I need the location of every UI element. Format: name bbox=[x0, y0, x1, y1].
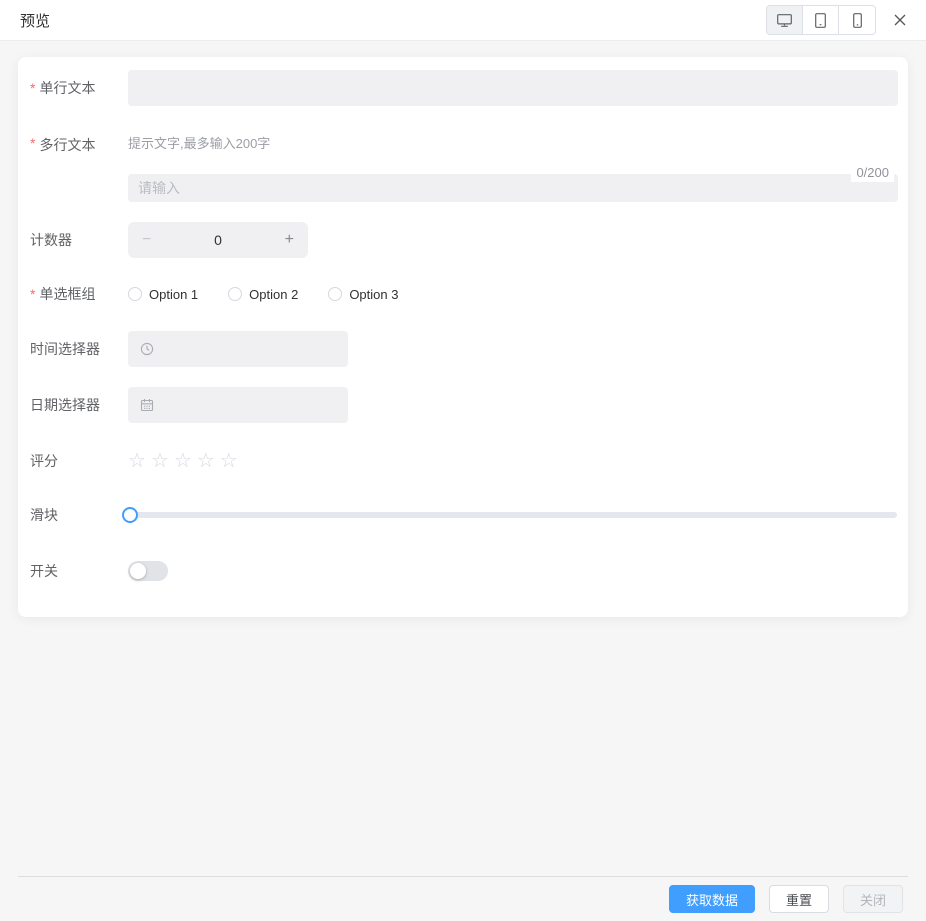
field-label: 评分 bbox=[30, 451, 128, 471]
rating-stars: ☆ ☆ ☆ ☆ ☆ bbox=[128, 451, 243, 471]
required-mark: * bbox=[30, 286, 35, 302]
close-icon bbox=[892, 12, 908, 28]
radio-option-2[interactable]: Option 2 bbox=[228, 287, 298, 302]
word-count-badge: 0/200 bbox=[851, 164, 894, 182]
star-icon[interactable]: ☆ bbox=[220, 451, 238, 471]
slider-control bbox=[124, 505, 897, 525]
phone-icon bbox=[849, 12, 866, 29]
radio-option-3[interactable]: Option 3 bbox=[328, 287, 398, 302]
date-picker-input[interactable] bbox=[128, 387, 348, 423]
radio-circle-icon bbox=[228, 287, 242, 301]
page-title: 预览 bbox=[20, 10, 50, 31]
required-mark: * bbox=[30, 80, 35, 96]
textarea-wrap: 请输入 0/200 bbox=[128, 174, 898, 202]
field-label: 日期选择器 bbox=[30, 387, 128, 423]
field-label: 开关 bbox=[30, 561, 128, 581]
multi-line-control: 提示文字,最多输入200字 请输入 0/200 bbox=[128, 134, 898, 202]
monitor-icon bbox=[776, 12, 793, 29]
counter-value[interactable]: 0 bbox=[214, 232, 222, 248]
close-form-button[interactable]: 关闭 bbox=[843, 885, 903, 913]
field-multi-line-text: * 多行文本 提示文字,最多输入200字 请输入 0/200 bbox=[30, 134, 898, 202]
number-stepper: − 0 + bbox=[128, 222, 308, 258]
field-single-line-text: * 单行文本 bbox=[30, 70, 898, 106]
field-label: * 单选框组 bbox=[30, 284, 128, 304]
header-actions bbox=[766, 5, 908, 35]
radio-circle-icon bbox=[328, 287, 342, 301]
field-label: * 多行文本 bbox=[30, 134, 128, 202]
get-data-button[interactable]: 获取数据 bbox=[669, 885, 755, 913]
footer-bar: 获取数据 重置 关闭 bbox=[0, 876, 926, 921]
radio-circle-icon bbox=[128, 287, 142, 301]
field-date-picker: 日期选择器 bbox=[30, 387, 898, 423]
single-line-text-input[interactable] bbox=[128, 70, 898, 106]
preview-header: 预览 bbox=[0, 0, 926, 41]
star-icon[interactable]: ☆ bbox=[174, 451, 192, 471]
footer-buttons: 获取数据 重置 关闭 bbox=[669, 885, 903, 913]
field-label: 滑块 bbox=[30, 505, 128, 525]
clock-icon bbox=[140, 342, 154, 356]
increment-button[interactable]: + bbox=[285, 231, 294, 249]
switch-knob bbox=[130, 563, 146, 579]
reset-button[interactable]: 重置 bbox=[769, 885, 829, 913]
field-hint-text: 提示文字,最多输入200字 bbox=[128, 134, 898, 154]
device-switch-group bbox=[766, 5, 876, 35]
radio-option-1[interactable]: Option 1 bbox=[128, 287, 198, 302]
footer-divider bbox=[18, 876, 908, 877]
field-rating: 评分 ☆ ☆ ☆ ☆ ☆ bbox=[30, 451, 898, 471]
field-switch: 开关 bbox=[30, 561, 898, 581]
field-label: 时间选择器 bbox=[30, 331, 128, 367]
field-radio-group: * 单选框组 Option 1 Option 2 Option 3 bbox=[30, 284, 898, 304]
required-mark: * bbox=[30, 135, 35, 151]
textarea-placeholder: 请输入 bbox=[138, 178, 180, 198]
star-icon[interactable]: ☆ bbox=[151, 451, 169, 471]
toggle-switch[interactable] bbox=[128, 561, 168, 581]
calendar-icon bbox=[140, 398, 154, 412]
radio-group: Option 1 Option 2 Option 3 bbox=[128, 284, 428, 304]
field-time-picker: 时间选择器 bbox=[30, 331, 898, 367]
field-label: 计数器 bbox=[30, 222, 128, 258]
star-icon[interactable]: ☆ bbox=[197, 451, 215, 471]
multi-line-textarea[interactable]: 请输入 bbox=[128, 174, 898, 202]
tablet-icon bbox=[812, 12, 829, 29]
time-picker-input[interactable] bbox=[128, 331, 348, 367]
decrement-button[interactable]: − bbox=[142, 231, 151, 249]
preview-form-card: * 单行文本 * 多行文本 提示文字,最多输入200字 请输入 0/200 计数… bbox=[18, 57, 908, 617]
field-slider: 滑块 bbox=[30, 505, 898, 525]
close-button[interactable] bbox=[892, 12, 908, 28]
slider-handle[interactable] bbox=[122, 507, 138, 523]
device-phone-button[interactable] bbox=[839, 6, 875, 34]
field-counter: 计数器 − 0 + bbox=[30, 222, 898, 258]
field-label: * 单行文本 bbox=[30, 70, 128, 106]
device-tablet-button[interactable] bbox=[803, 6, 839, 34]
device-desktop-button[interactable] bbox=[767, 6, 803, 34]
slider-track[interactable] bbox=[124, 512, 897, 518]
star-icon[interactable]: ☆ bbox=[128, 451, 146, 471]
